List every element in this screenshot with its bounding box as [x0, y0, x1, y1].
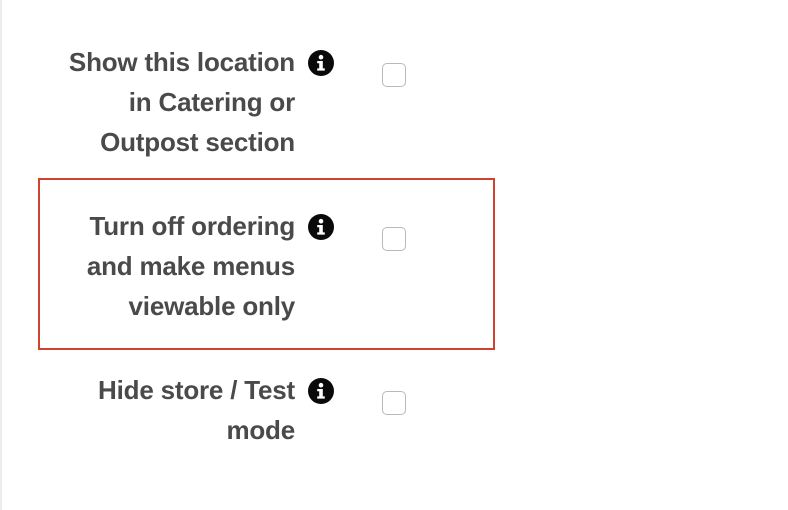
setting-label-line: in Catering or	[128, 87, 295, 117]
hide-store-checkbox[interactable]	[382, 391, 406, 415]
info-circle-icon[interactable]	[308, 214, 334, 240]
setting-label: Show this location in Catering or Outpos…	[25, 42, 295, 162]
setting-label-line: Turn off ordering	[89, 211, 295, 241]
info-circle-icon[interactable]	[308, 50, 334, 76]
setting-label-line: Outpost section	[100, 127, 295, 157]
info-glyph	[317, 382, 325, 399]
setting-label-line: mode	[226, 415, 295, 445]
info-glyph	[317, 54, 325, 71]
setting-label-line: and make menus	[86, 251, 295, 281]
setting-label: Turn off ordering and make menus viewabl…	[25, 206, 295, 326]
catering-outpost-checkbox[interactable]	[382, 63, 406, 87]
panel-left-border	[0, 0, 2, 510]
info-glyph	[317, 218, 325, 235]
setting-label-line: viewable only	[128, 291, 296, 321]
setting-label-line: Show this location	[68, 47, 295, 77]
settings-panel: Show this location in Catering or Outpos…	[0, 0, 788, 510]
info-circle-icon[interactable]	[308, 378, 334, 404]
turn-off-ordering-checkbox[interactable]	[382, 227, 406, 251]
setting-label-line: Hide store / Test	[98, 375, 295, 405]
setting-label: Hide store / Test mode	[25, 370, 295, 450]
